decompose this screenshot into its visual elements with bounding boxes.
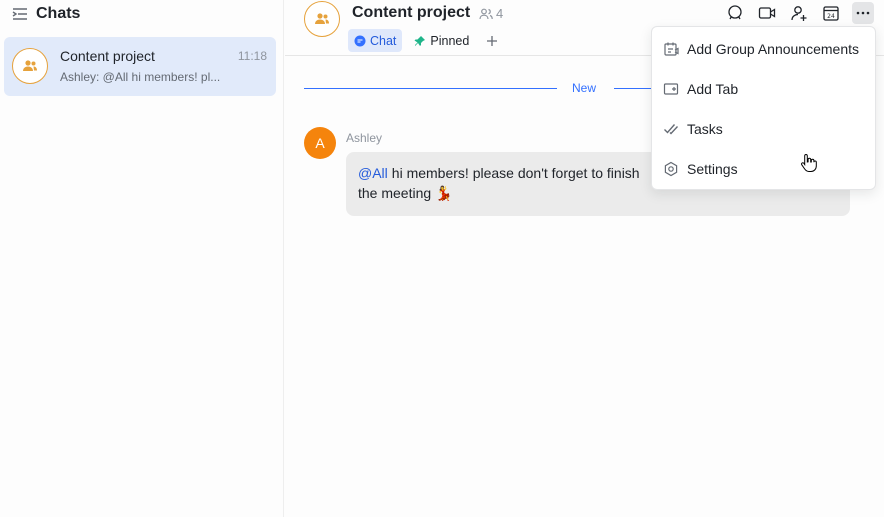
sidebar-title: Chats [36, 5, 81, 22]
app-window: Chats Content project 11:18 Ashley: @All… [0, 0, 884, 517]
search-button[interactable] [724, 2, 746, 24]
chat-tabs: Chat Pinned [348, 29, 503, 52]
settings-icon [663, 161, 679, 177]
chat-list-item[interactable]: Content project 11:18 Ashley: @All hi me… [4, 37, 276, 96]
menu-item-add-group-announcements[interactable]: Add Group Announcements [652, 29, 877, 69]
chat-bubble-icon [354, 35, 366, 46]
pin-icon [414, 35, 426, 46]
group-icon [315, 13, 329, 24]
search-chat-icon [728, 5, 742, 20]
divider-line-left [304, 88, 557, 89]
chat-time: 11:18 [237, 49, 267, 63]
dancer-emoji: 💃 [435, 185, 453, 201]
announcement-icon [663, 41, 679, 57]
video-icon [758, 7, 776, 19]
member-count-value: 4 [496, 6, 504, 21]
sender-name: Ashley [346, 131, 383, 145]
new-messages-label: New [572, 81, 597, 95]
calendar-icon: 24 [823, 6, 839, 21]
mention-tag[interactable]: @All [358, 165, 388, 181]
tab-chat-label: Chat [370, 33, 397, 48]
svg-text:24: 24 [827, 13, 835, 20]
more-button[interactable] [852, 2, 874, 24]
message-text-line2: the meeting [358, 185, 432, 201]
hand-pointer-cursor-icon [800, 153, 818, 173]
group-avatar [12, 48, 48, 84]
tasks-icon [663, 121, 679, 137]
sidebar-header: Chats [12, 4, 80, 24]
menu-item-label: Add Group Announcements [687, 41, 860, 57]
menu-item-label: Add Tab [687, 81, 739, 97]
tab-chat[interactable]: Chat [348, 29, 403, 52]
menu-item-label: Settings [687, 161, 738, 177]
add-tab-icon [663, 81, 679, 97]
more-options-menu: Add Group Announcements Add Tab Tasks Se… [651, 26, 876, 190]
calendar-button[interactable]: 24 [820, 2, 842, 24]
sender-avatar-letter: A [315, 135, 325, 151]
menu-item-settings[interactable]: Settings [652, 149, 877, 189]
tab-pinned[interactable]: Pinned [408, 29, 475, 52]
sender-avatar[interactable]: A [304, 127, 336, 159]
tab-pinned-label: Pinned [430, 33, 470, 48]
video-call-button[interactable] [756, 2, 778, 24]
plus-icon [487, 35, 498, 46]
message-text-line1: hi members! please don't forget to finis… [391, 165, 640, 181]
collapse-sidebar-icon[interactable] [12, 7, 28, 21]
menu-item-label: Tasks [687, 121, 723, 137]
add-member-button[interactable] [788, 2, 810, 24]
chat-header-avatar[interactable] [304, 1, 340, 37]
group-icon [23, 60, 37, 71]
sidebar: Chats Content project 11:18 Ashley: @All… [0, 0, 284, 517]
members-icon [479, 8, 493, 19]
add-user-icon [791, 6, 807, 21]
chat-title: Content project [352, 4, 471, 21]
add-tab-button[interactable] [481, 30, 503, 52]
menu-item-add-tab[interactable]: Add Tab [652, 69, 877, 109]
chat-preview: Ashley: @All hi members! pl... [60, 70, 221, 84]
member-count[interactable]: 4 [479, 6, 503, 21]
chat-toolbar: 24 [724, 2, 874, 24]
menu-item-tasks[interactable]: Tasks [652, 109, 877, 149]
more-icon [856, 11, 870, 15]
chat-name: Content project [60, 48, 155, 64]
